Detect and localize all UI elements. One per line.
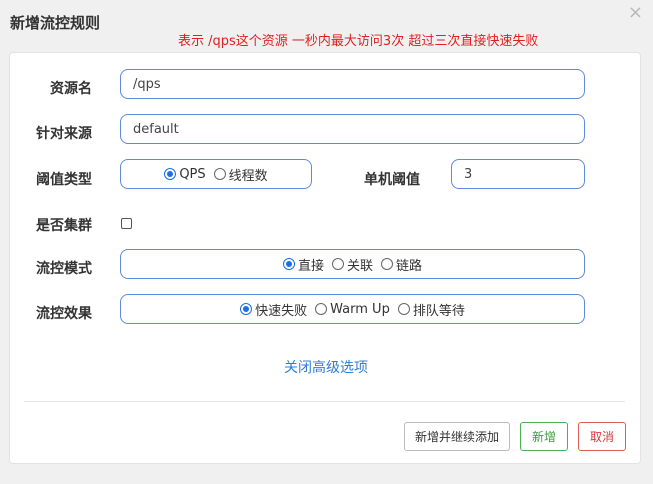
close-icon[interactable]: × [628, 2, 643, 23]
flow-mode-option-chain[interactable]: 链路 [381, 255, 422, 274]
radio-unselected-icon [213, 168, 226, 180]
flow-mode-option-direct[interactable]: 直接 [282, 255, 324, 274]
flow-effect-option-fail-fast[interactable]: 快速失败 [240, 300, 307, 319]
cluster-checkbox[interactable] [121, 218, 132, 229]
advanced-options-toggle[interactable]: 关闭高级选项 [10, 357, 642, 377]
radio-selected-icon [282, 258, 295, 270]
radio-selected-icon [164, 168, 177, 180]
single-threshold-label: 单机阈值 [364, 172, 420, 188]
threshold-type-option-threads[interactable]: 线程数 [213, 165, 268, 184]
add-button[interactable]: 新增 [520, 422, 568, 451]
flow-effect-group: 快速失败 Warm Up 排队等待 [120, 294, 585, 324]
flow-mode-related-label: 关联 [346, 258, 373, 274]
flow-effect-queue-label: 排队等待 [412, 303, 465, 319]
flow-effect-fail-fast-label: 快速失败 [255, 303, 308, 319]
origin-value: default [133, 121, 179, 137]
radio-selected-icon [240, 303, 253, 315]
threshold-type-threads-label: 线程数 [228, 168, 268, 184]
radio-unselected-icon [315, 303, 328, 315]
flow-mode-group: 直接 关联 链路 [120, 249, 585, 279]
flow-effect-option-warm-up[interactable]: Warm Up [315, 302, 390, 317]
threshold-type-option-qps[interactable]: QPS [164, 166, 206, 182]
threshold-type-group: QPS 线程数 [120, 159, 312, 189]
radio-unselected-icon [381, 258, 393, 270]
origin-input[interactable]: default [120, 114, 585, 144]
resource-label: 资源名 [50, 81, 92, 97]
radio-unselected-icon [397, 303, 410, 315]
flow-effect-label: 流控效果 [36, 306, 92, 322]
threshold-type-qps-label: QPS [179, 166, 206, 182]
threshold-type-label: 阈值类型 [36, 172, 92, 188]
add-and-continue-button[interactable]: 新增并继续添加 [404, 422, 510, 451]
radio-unselected-icon [331, 258, 344, 270]
flow-mode-chain-label: 链路 [396, 258, 423, 274]
single-threshold-input[interactable]: 3 [451, 159, 585, 189]
resource-input[interactable]: /qps [120, 69, 585, 99]
flow-mode-label: 流控模式 [36, 261, 92, 277]
dialog-title: 新增流控规则 [10, 14, 101, 32]
flow-effect-option-queue[interactable]: 排队等待 [397, 300, 465, 319]
single-threshold-value: 3 [464, 166, 473, 182]
footer-divider [24, 401, 625, 402]
rule-form-card: 资源名 /qps 针对来源 default 阈值类型 QPS 线程数 单机阈值 … [9, 52, 641, 464]
resource-value: /qps [133, 76, 161, 92]
origin-label: 针对来源 [36, 126, 92, 142]
flow-mode-direct-label: 直接 [297, 258, 324, 274]
cancel-button[interactable]: 取消 [578, 422, 626, 451]
flow-effect-warm-up-label: Warm Up [330, 301, 390, 317]
annotation-note: 表示 /qps这个资源 一秒内最大访问3次 超过三次直接快速失败 [178, 34, 539, 49]
cluster-label: 是否集群 [36, 218, 92, 234]
flow-mode-option-related[interactable]: 关联 [331, 255, 373, 274]
